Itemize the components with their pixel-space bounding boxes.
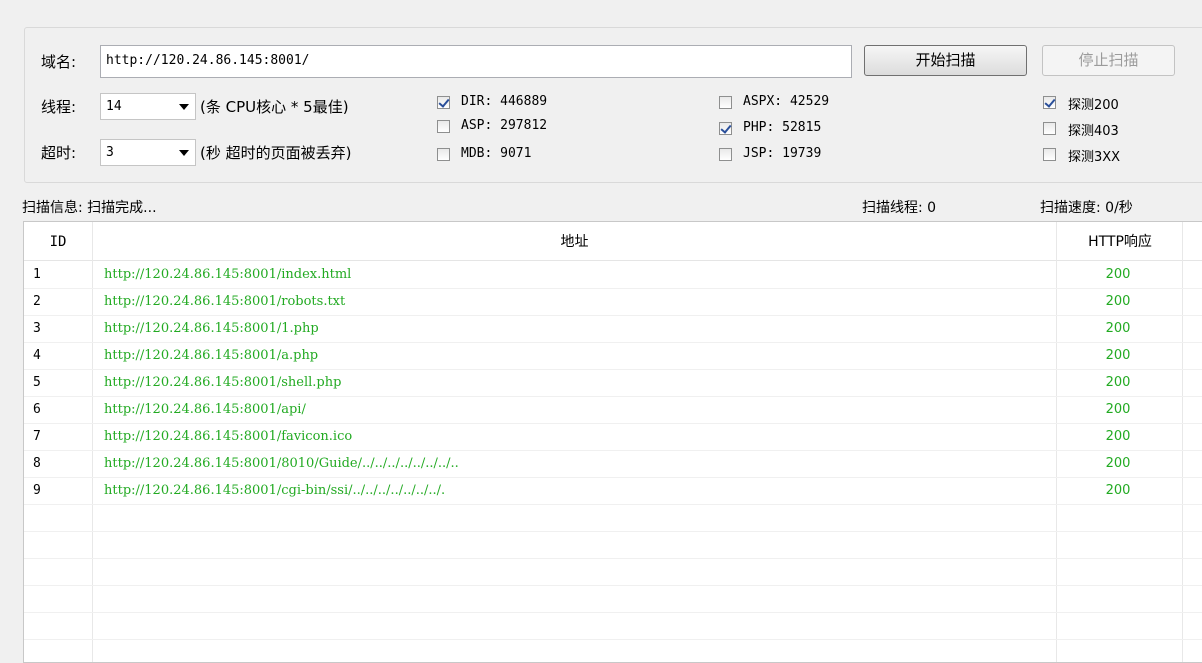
table-row[interactable]: 5 http://120.24.86.145:8001/shell.php 200 [24, 369, 1202, 397]
column-header-address[interactable]: 地址 [93, 222, 1056, 260]
probe-403-label: 探测403 [1068, 124, 1119, 139]
table-row[interactable]: 2 http://120.24.86.145:8001/robots.txt 200 [24, 288, 1202, 316]
probe-403-checkbox[interactable] [1043, 122, 1056, 135]
probe-3xx-label: 探测3XX [1068, 150, 1121, 165]
row-http-code: 200 [1105, 348, 1131, 363]
asp-checkbox[interactable] [437, 120, 450, 133]
php-checkbox[interactable] [719, 122, 732, 135]
table-row[interactable]: 8 http://120.24.86.145:8001/8010/Guide/..… [24, 450, 1202, 478]
mdb-label: MDB: 9071 [461, 146, 532, 161]
jsp-checkbox[interactable] [719, 148, 732, 161]
table-row[interactable] [24, 612, 1202, 640]
scan-speed-status: 扫描速度: 0/秒 [1040, 200, 1133, 216]
column-header-id[interactable]: ID [24, 222, 92, 260]
row-id: 2 [33, 294, 41, 309]
results-table[interactable]: ID 地址 HTTP响应 1 http://120.24.86.145:8001/… [23, 221, 1202, 663]
threads-hint: (条 CPU核心 * 5最佳) [200, 98, 349, 116]
row-url[interactable]: http://120.24.86.145:8001/index.html [104, 261, 351, 288]
chevron-down-icon [179, 104, 189, 110]
row-id: 9 [33, 483, 41, 498]
table-row[interactable] [24, 639, 1202, 662]
chevron-down-icon [179, 150, 189, 156]
row-id: 8 [33, 456, 41, 471]
row-id: 3 [33, 321, 41, 336]
table-row[interactable] [24, 558, 1202, 586]
row-id: 5 [33, 375, 41, 390]
row-url[interactable]: http://120.24.86.145:8001/a.php [104, 342, 318, 369]
aspx-label: ASPX: 42529 [743, 94, 830, 109]
table-row[interactable]: 4 http://120.24.86.145:8001/a.php 200 [24, 342, 1202, 370]
timeout-label: 超时: [41, 144, 77, 162]
row-url[interactable]: http://120.24.86.145:8001/favicon.ico [104, 423, 352, 450]
table-row[interactable]: 3 http://120.24.86.145:8001/1.php 200 [24, 315, 1202, 343]
mdb-checkbox[interactable] [437, 148, 450, 161]
stop-scan-button[interactable]: 停止扫描 [1042, 45, 1175, 76]
probe-200-label: 探测200 [1068, 98, 1119, 113]
table-row[interactable]: 7 http://120.24.86.145:8001/favicon.ico 20… [24, 423, 1202, 451]
jsp-label: JSP: 19739 [743, 146, 822, 161]
column-header-http-response[interactable]: HTTP响应 [1057, 222, 1183, 260]
threads-dropdown[interactable]: 14 [100, 93, 196, 120]
row-id: 6 [33, 402, 41, 417]
table-row[interactable] [24, 585, 1202, 613]
scan-threads-status: 扫描线程: 0 [862, 200, 937, 216]
domain-input[interactable]: http://120.24.86.145:8001/ [100, 45, 852, 78]
timeout-value: 3 [106, 145, 114, 160]
table-row[interactable] [24, 531, 1202, 559]
table-row[interactable]: 6 http://120.24.86.145:8001/api/200 [24, 396, 1202, 424]
row-url[interactable]: http://120.24.86.145:8001/robots.txt [104, 288, 345, 315]
probe-200-checkbox[interactable] [1043, 96, 1056, 109]
domain-label: 域名: [41, 53, 77, 71]
row-id: 4 [33, 348, 41, 363]
scan-info-status: 扫描信息: 扫描完成... [22, 200, 157, 216]
row-http-code: 200 [1105, 402, 1131, 417]
row-url[interactable]: http://120.24.86.145:8001/shell.php [104, 369, 341, 396]
timeout-hint: (秒 超时的页面被丢弃) [200, 144, 352, 162]
row-http-code: 200 [1105, 267, 1131, 282]
row-id: 1 [33, 267, 41, 282]
table-header: ID 地址 HTTP响应 [24, 222, 1202, 261]
threads-value: 14 [106, 99, 122, 114]
php-label: PHP: 52815 [743, 120, 822, 135]
row-http-code: 200 [1105, 456, 1131, 471]
timeout-dropdown[interactable]: 3 [100, 139, 196, 166]
row-http-code: 200 [1105, 294, 1131, 309]
probe-3xx-checkbox[interactable] [1043, 148, 1056, 161]
threads-label: 线程: [41, 98, 77, 116]
table-row[interactable]: 1 http://120.24.86.145:8001/index.html 200 [24, 261, 1202, 289]
row-http-code: 200 [1105, 483, 1131, 498]
table-row[interactable]: 9 http://120.24.86.145:8001/cgi-bin/ssi/.… [24, 477, 1202, 505]
dir-checkbox[interactable] [437, 96, 450, 109]
row-http-code: 200 [1105, 375, 1131, 390]
start-scan-button[interactable]: 开始扫描 [864, 45, 1027, 76]
row-id: 7 [33, 429, 41, 444]
row-url[interactable]: http://120.24.86.145:8001/cgi-bin/ssi/..… [104, 477, 445, 504]
row-http-code: 200 [1105, 321, 1131, 336]
aspx-checkbox[interactable] [719, 96, 732, 109]
row-http-code: 200 [1105, 429, 1131, 444]
row-url[interactable]: http://120.24.86.145:8001/api/ [104, 396, 306, 423]
dir-label: DIR: 446889 [461, 94, 548, 109]
asp-label: ASP: 297812 [461, 118, 548, 133]
row-url[interactable]: http://120.24.86.145:8001/1.php [104, 315, 319, 342]
table-row[interactable] [24, 504, 1202, 532]
row-url[interactable]: http://120.24.86.145:8001/8010/Guide/../… [104, 450, 459, 477]
